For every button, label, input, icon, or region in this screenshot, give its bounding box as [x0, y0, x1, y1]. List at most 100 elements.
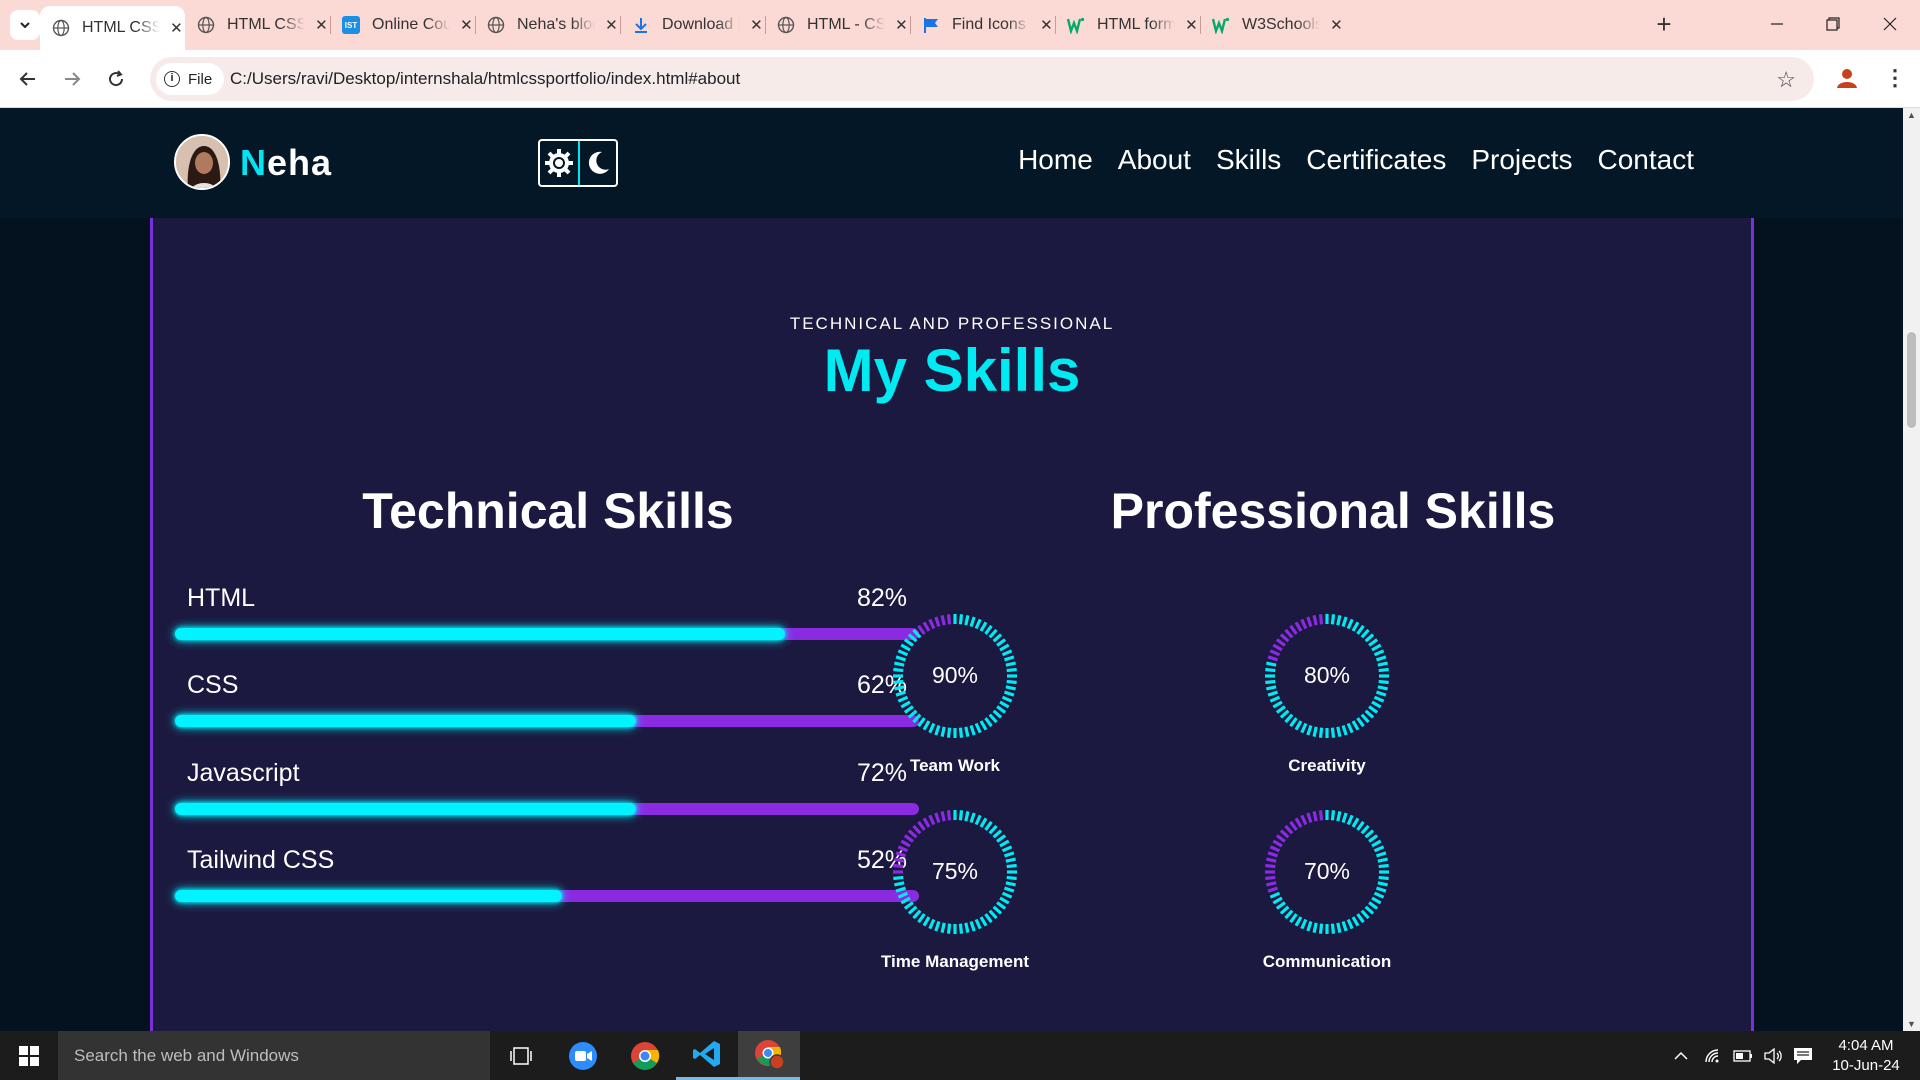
ring-tick-filled: [1003, 690, 1015, 697]
tab-title: Online Courses: [372, 16, 450, 33]
theme-toggle[interactable]: [538, 139, 618, 187]
browser-tab-strip: HTML CSS PORTFOLIO✕HTML CSS PORTFOLIO✕IS…: [0, 0, 1920, 50]
action-center-button[interactable]: [1788, 1031, 1818, 1080]
taskbar-search-box[interactable]: Search the web and Windows: [58, 1031, 490, 1080]
chrome-app-button[interactable]: [614, 1031, 676, 1080]
scroll-up-icon[interactable]: ▲: [1903, 110, 1920, 120]
ring-tick-filled: [984, 913, 993, 924]
clock[interactable]: 4:04 AM 10-Jun-24: [1820, 1036, 1912, 1076]
ring-tick-filled: [912, 628, 922, 639]
tab-close-icon[interactable]: ✕: [1328, 16, 1345, 34]
tab-close-icon[interactable]: ✕: [1183, 16, 1200, 34]
tab-close-icon[interactable]: ✕: [748, 16, 765, 34]
ring-tick-filled: [979, 916, 988, 927]
profile-button[interactable]: [1832, 63, 1862, 93]
chrome-profile-app-button[interactable]: [738, 1031, 800, 1080]
skill-ring: 80% Creativity: [1227, 614, 1427, 794]
start-button[interactable]: [0, 1031, 58, 1080]
tab-close-icon[interactable]: ✕: [603, 16, 620, 34]
browser-tab[interactable]: HTML CSS PORTFOLIO ✕: [40, 6, 185, 50]
nav-link-projects[interactable]: Projects: [1471, 144, 1572, 176]
profile-photo-icon: [176, 136, 228, 188]
tab-close-icon[interactable]: ✕: [313, 16, 330, 34]
ring-tick-empty: [1267, 655, 1279, 662]
ring-tick-filled: [1371, 896, 1382, 905]
ring-tick-filled: [996, 834, 1007, 843]
light-mode-button[interactable]: [540, 141, 578, 185]
url-text[interactable]: C:/Users/ravi/Desktop/internshala/htmlcs…: [230, 69, 740, 89]
browser-tab[interactable]: IST Online Courses ✕: [330, 6, 475, 44]
ring-tick-filled: [979, 817, 988, 828]
flag-icon: [922, 16, 940, 34]
section-title: My Skills: [823, 337, 1081, 404]
minimize-button[interactable]: [1757, 8, 1797, 40]
task-view-icon: [510, 1046, 532, 1065]
nav-link-skills[interactable]: Skills: [1216, 144, 1281, 176]
skill-bar-row: CSS 62%: [175, 671, 919, 741]
browser-tab[interactable]: Download history ✕: [620, 6, 765, 44]
ring-tick-empty: [1284, 824, 1294, 835]
back-button[interactable]: [12, 63, 44, 95]
tab-close-icon[interactable]: ✕: [1038, 16, 1055, 34]
browser-tab[interactable]: HTML - CSS Validator ✕: [765, 6, 910, 44]
nav-link-certificates[interactable]: Certificates: [1306, 144, 1446, 176]
bookmark-star-icon[interactable]: ☆: [1776, 67, 1796, 93]
ring-tick-empty: [940, 811, 946, 822]
address-bar[interactable]: i File C:/Users/ravi/Desktop/internshala…: [150, 57, 1814, 101]
dark-mode-button[interactable]: [578, 141, 616, 185]
tab-title: Find Icons with: [952, 16, 1030, 33]
scroll-down-icon[interactable]: ▼: [1903, 1019, 1920, 1029]
new-tab-button[interactable]: +: [1650, 10, 1678, 38]
tab-close-icon[interactable]: ✕: [168, 19, 185, 37]
network-button[interactable]: [1698, 1031, 1728, 1080]
ring-tick-filled: [1003, 851, 1015, 858]
forward-button[interactable]: [56, 63, 88, 95]
ring-tick-filled: [1279, 709, 1290, 719]
tab-close-icon[interactable]: ✕: [893, 16, 910, 34]
nav-link-home[interactable]: Home: [1018, 144, 1093, 176]
ring-tick-filled: [1360, 824, 1370, 835]
show-hidden-icons-button[interactable]: [1668, 1031, 1694, 1080]
browser-tab[interactable]: Neha's blog ✕: [475, 6, 620, 44]
skill-bar-track: [175, 715, 919, 727]
ring-tick-filled: [1375, 851, 1387, 858]
zoom-icon: [569, 1041, 597, 1070]
ring-tick-filled: [895, 886, 907, 893]
clock-time: 4:04 AM: [1838, 1037, 1894, 1054]
ring-tick-filled: [1346, 722, 1354, 734]
nav-link-about[interactable]: About: [1118, 144, 1191, 176]
ring-tick-filled: [1269, 695, 1281, 703]
browser-tab[interactable]: HTML form tags ✕: [1055, 6, 1200, 44]
ring-tick-filled: [969, 616, 976, 628]
ring-tick-filled: [979, 621, 988, 632]
ring-tick-filled: [928, 918, 936, 930]
ring-tick-filled: [1364, 633, 1375, 643]
ring-tick-filled: [999, 700, 1010, 709]
brand-initial: N: [240, 142, 267, 183]
ring-tick-empty: [1300, 814, 1308, 826]
ring-tick-filled: [940, 922, 946, 933]
tab-title: HTML form tags: [1097, 16, 1175, 33]
page-scrollbar[interactable]: ▲ ▼: [1903, 108, 1920, 1031]
browser-menu-button[interactable]: ⋮: [1880, 63, 1910, 93]
reload-button[interactable]: [100, 63, 132, 95]
tab-search-button[interactable]: [10, 10, 40, 40]
battery-button[interactable]: [1728, 1031, 1758, 1080]
browser-tab[interactable]: Find Icons with ✕: [910, 6, 1055, 44]
site-info-chip[interactable]: i File: [156, 63, 225, 95]
nav-link-contact[interactable]: Contact: [1598, 144, 1695, 176]
close-window-button[interactable]: [1870, 8, 1910, 40]
ring-tick-filled: [1275, 705, 1286, 714]
scrollbar-thumb[interactable]: [1907, 332, 1916, 428]
vscode-app-button[interactable]: [676, 1031, 738, 1080]
task-view-button[interactable]: [490, 1031, 552, 1080]
tab-close-icon[interactable]: ✕: [458, 16, 475, 34]
browser-tab[interactable]: W3Schools Tryit ✕: [1200, 6, 1345, 44]
ring-tick-filled: [1346, 814, 1354, 826]
brand-name[interactable]: Neha: [240, 142, 332, 184]
zoom-app-button[interactable]: [552, 1031, 614, 1080]
volume-button[interactable]: [1758, 1031, 1788, 1080]
browser-tab[interactable]: HTML CSS PORTFOLIO ✕: [185, 6, 330, 44]
notification-icon: [1794, 1047, 1812, 1064]
restore-button[interactable]: [1813, 8, 1853, 40]
